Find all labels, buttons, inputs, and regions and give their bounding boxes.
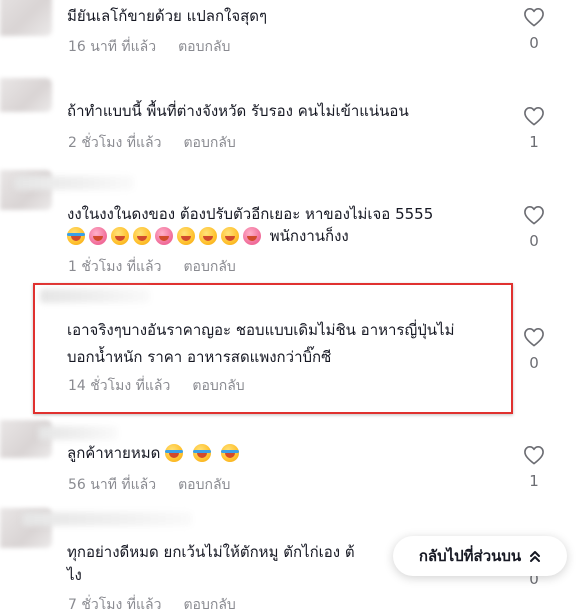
like-count: 0: [529, 354, 539, 372]
double-chevron-up-icon: [530, 551, 541, 562]
reply-button[interactable]: ตอบกลับ: [192, 378, 244, 394]
flushed-emoji-icon: [111, 227, 129, 245]
comment-time: 2 ชั่วโมง ที่แล้ว: [68, 135, 162, 151]
comment-text-2: พนักงานก็งง: [269, 227, 349, 245]
avatar[interactable]: [0, 0, 52, 36]
username[interactable]: [38, 426, 118, 440]
avatar[interactable]: [0, 78, 52, 112]
heart-icon: [524, 107, 544, 126]
comment-time: 1 ชั่วโมง ที่แล้ว: [68, 259, 162, 275]
comment-text-content: ลูกค้าหายหมด: [67, 444, 161, 462]
back-to-top-label: กลับไปที่ส่วนบน: [418, 547, 522, 565]
comment-text: งงในงงในดงของ ต้องปรับตัวอีกเยอะ หาของไม…: [67, 205, 434, 223]
back-to-top-button[interactable]: กลับไปที่ส่วนบน: [393, 536, 567, 576]
comment-emoji-line: พนักงานก็งง: [67, 225, 349, 247]
heart-icon: [524, 328, 544, 347]
comment-text: ถ้าทำแบบนี้ พื้นที่ต่างจังหวัด รับรอง คน…: [67, 102, 409, 120]
heart-icon: [524, 446, 544, 465]
comment-text: ลูกค้าหายหมด: [67, 442, 243, 464]
grimace-emoji-icon: [221, 227, 239, 245]
like-count: 1: [529, 133, 539, 151]
comment-meta: 1 ชั่วโมง ที่แล้ว ตอบกลับ: [68, 256, 236, 278]
laughing-emoji-icon: [221, 444, 240, 462]
heart-icon: [524, 206, 544, 225]
comment-meta: 7 ชั่วโมง ที่แล้ว ตอบกลับ: [68, 594, 236, 616]
comment-text: ทุกอย่างดีหมด ยกเว้นไม่ให้ตักหมู ตักไก่เ…: [67, 543, 355, 561]
username[interactable]: [22, 512, 192, 526]
laughing-emoji-icon: [193, 444, 212, 462]
like-button[interactable]: 1: [522, 445, 546, 490]
comment-time: 7 ชั่วโมง ที่แล้ว: [68, 597, 162, 613]
like-count: 1: [529, 472, 539, 490]
comment-meta: 56 นาที ที่แล้ว ตอบกลับ: [68, 474, 230, 496]
comment-text-2: ไง: [67, 566, 82, 584]
reply-button[interactable]: ตอบกลับ: [183, 259, 235, 275]
laughing-emoji-icon: [165, 444, 184, 462]
reply-button[interactable]: ตอบกลับ: [183, 597, 235, 613]
comment-text: เอาจริงๆบางอันราคาญอะ ชอบแบบเดิมไม่ชิน อ…: [67, 321, 455, 339]
reply-button[interactable]: ตอบกลับ: [183, 135, 235, 151]
like-count: 0: [529, 232, 539, 250]
laughing-emoji-icon: [67, 227, 85, 245]
comment-time: 16 นาที ที่แล้ว: [68, 39, 157, 55]
username[interactable]: [40, 289, 150, 303]
sweat-emoji-icon: [155, 227, 173, 245]
comment-text: มียันเลโก้ขายด้วย แปลกใจสุดๆ: [67, 7, 268, 25]
like-count: 0: [529, 34, 539, 52]
comment-meta: 2 ชั่วโมง ที่แล้ว ตอบกลับ: [68, 132, 236, 154]
comment-meta: 14 ชั่วโมง ที่แล้ว ตอบกลับ: [68, 375, 245, 397]
like-button[interactable]: 0: [522, 205, 546, 250]
comment-time: 56 นาที ที่แล้ว: [68, 477, 157, 493]
reply-button[interactable]: ตอบกลับ: [178, 39, 230, 55]
smile-emoji-icon: [177, 227, 195, 245]
smile-emoji-icon: [199, 227, 217, 245]
comment-text-2: บอกน้ำหนัก ราคา อาหารสดแพงกว่าบิ๊กซี: [67, 348, 332, 366]
comment-meta: 16 นาที ที่แล้ว ตอบกลับ: [68, 36, 230, 58]
blush-emoji-icon: [243, 227, 261, 245]
username[interactable]: [14, 176, 134, 190]
heart-icon: [524, 8, 544, 27]
like-button[interactable]: 1: [522, 106, 546, 151]
like-button[interactable]: 0: [522, 327, 546, 372]
reply-button[interactable]: ตอบกลับ: [178, 477, 230, 493]
kiss-emoji-icon: [89, 227, 107, 245]
comment-time: 14 ชั่วโมง ที่แล้ว: [68, 378, 171, 394]
like-button[interactable]: 0: [522, 7, 546, 52]
wink-emoji-icon: [133, 227, 151, 245]
